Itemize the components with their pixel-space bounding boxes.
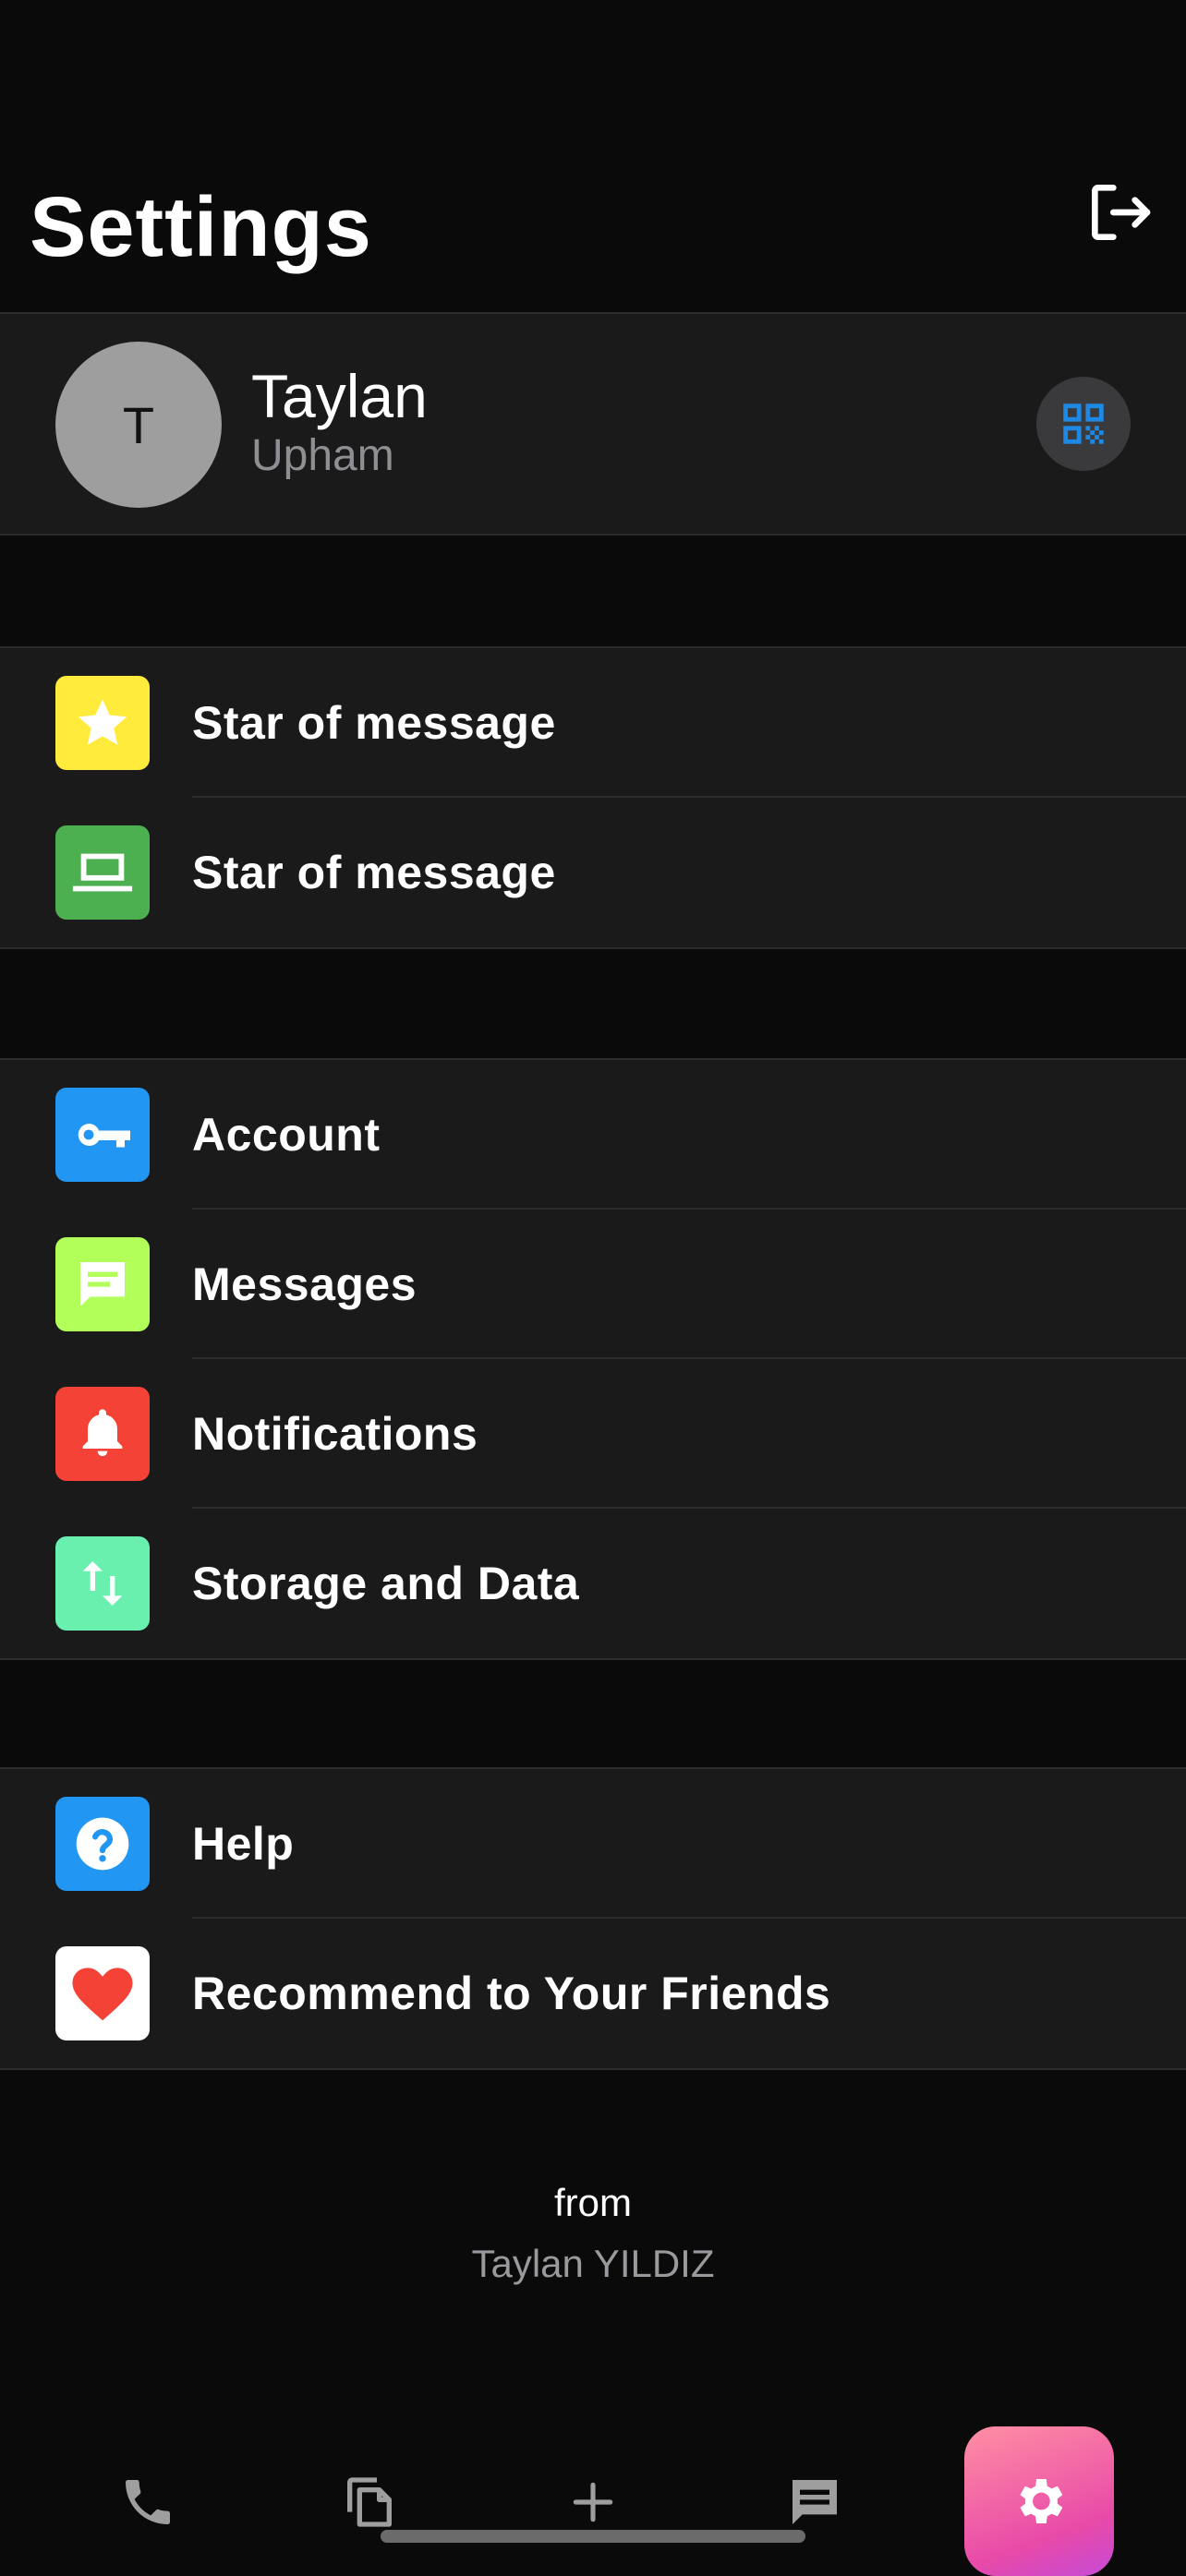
list-item-help[interactable]: Help: [0, 1769, 1186, 1919]
icon-box: [55, 1536, 150, 1631]
icon-box: [55, 1946, 150, 2040]
list-item-notifications[interactable]: Notifications: [0, 1359, 1186, 1509]
star-icon: [78, 699, 127, 745]
qr-code-button[interactable]: [1036, 377, 1131, 471]
list-item-messages[interactable]: Messages: [0, 1210, 1186, 1359]
plus-icon: [573, 2482, 613, 2522]
tab-settings[interactable]: [964, 2426, 1114, 2576]
header: Settings: [0, 0, 1186, 312]
heart-icon: [72, 1968, 133, 2021]
list-item-label: Account: [192, 1109, 381, 1161]
list-item-star-message-2[interactable]: Star of message: [0, 798, 1186, 947]
avatar[interactable]: T: [55, 342, 222, 508]
logout-button[interactable]: [1083, 175, 1156, 249]
settings-group-1: Star of message Star of message: [0, 646, 1186, 949]
list-item-recommend[interactable]: Recommend to Your Friends: [0, 1919, 1186, 2068]
page-title: Settings: [30, 180, 372, 274]
profile-subtitle: Upham: [251, 431, 394, 480]
list-item-label: Star of message: [192, 697, 556, 749]
bell-icon: [82, 1409, 123, 1456]
list-item-label: Notifications: [192, 1408, 478, 1460]
home-indicator: [381, 2530, 805, 2543]
icon-box: [55, 1387, 150, 1481]
list-item-account[interactable]: Account: [0, 1060, 1186, 1210]
profile-name: Taylan: [251, 362, 428, 430]
icon-box: [55, 825, 150, 920]
list-item-label: Star of message: [192, 847, 556, 898]
icon-box: [55, 1088, 150, 1182]
list-item-star-message[interactable]: Star of message: [0, 648, 1186, 798]
footer-from: from: [554, 2181, 632, 2224]
chat-icon: [80, 1262, 125, 1306]
icon-box: [55, 1237, 150, 1331]
list-item-label: Recommend to Your Friends: [192, 1968, 831, 2019]
copy-icon: [347, 2477, 392, 2527]
help-icon: [76, 1817, 129, 1871]
key-icon: [78, 1124, 130, 1148]
list-item-storage-data[interactable]: Storage and Data: [0, 1509, 1186, 1658]
list-item-label: Storage and Data: [192, 1558, 580, 1609]
swap-vertical-icon: [82, 1561, 123, 1606]
icon-box: [55, 676, 150, 770]
icon-box: [55, 1797, 150, 1891]
message-icon: [793, 2480, 837, 2524]
settings-icon: [1020, 2479, 1063, 2523]
laptop-icon: [72, 853, 133, 892]
tab-calls[interactable]: [102, 2456, 194, 2548]
profile-card[interactable]: T Taylan Upham: [0, 314, 1186, 536]
list-item-label: Help: [192, 1818, 295, 1870]
qr-code-icon: [1063, 403, 1104, 444]
settings-group-2: Account Messages Notifications Storage a…: [0, 1058, 1186, 1660]
logout-icon: [1092, 185, 1151, 240]
footer-author: Taylan YILDIZ: [471, 2242, 715, 2285]
phone-icon: [126, 2480, 170, 2524]
list-item-label: Messages: [192, 1258, 418, 1310]
tab-bar: [0, 2419, 1186, 2576]
settings-group-3: Help Recommend to Your Friends: [0, 1767, 1186, 2070]
